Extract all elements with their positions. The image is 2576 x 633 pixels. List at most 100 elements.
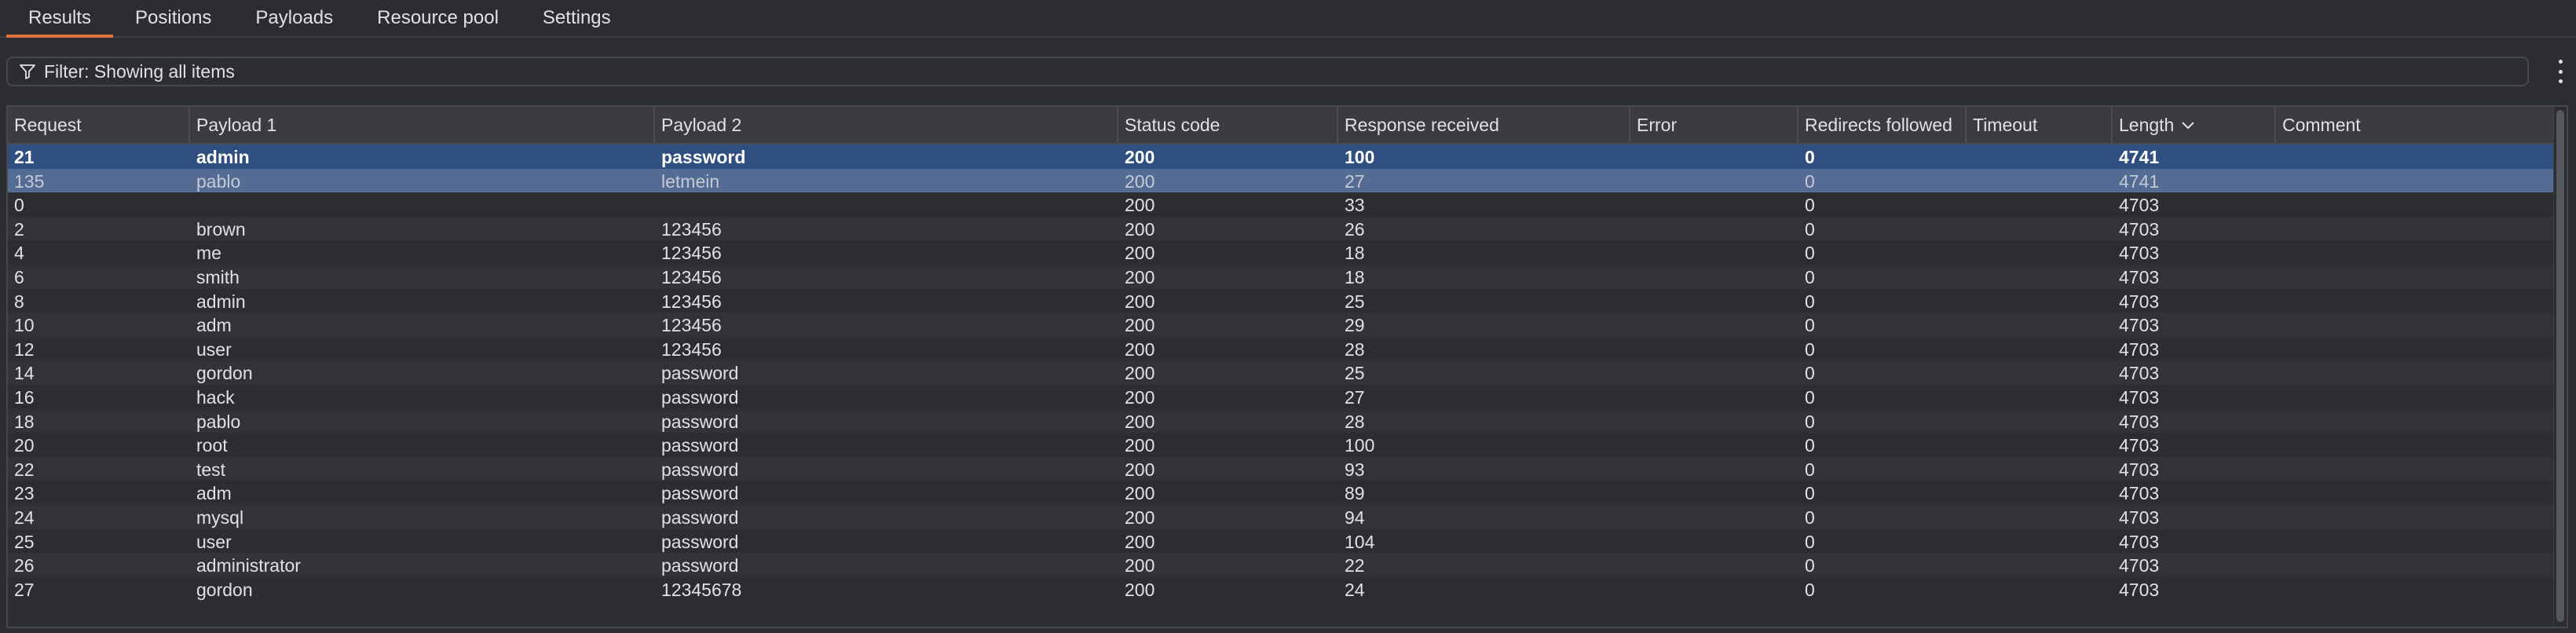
cell-length: 4703: [2119, 555, 2160, 576]
cell-error: [1630, 457, 1798, 482]
cell-response-received: 18: [1345, 243, 1365, 264]
cell-error: [1630, 289, 1798, 314]
cell-status-code: 200: [1125, 459, 1155, 480]
tab-payloads[interactable]: Payloads: [233, 0, 355, 36]
cell-timeout: [1967, 385, 2113, 410]
filter-bar[interactable]: Filter: Showing all items: [6, 57, 2529, 86]
column-header-timeout[interactable]: Timeout: [1967, 107, 2113, 143]
column-header-label: Payload 2: [661, 114, 742, 135]
cell-redirects-followed: 0: [1805, 555, 1815, 576]
table-row[interactable]: 24 mysql password 200 94 0 4703: [8, 505, 2557, 530]
cell-payload-2: 123456: [661, 218, 722, 240]
column-header-payload-1[interactable]: Payload 1: [190, 107, 655, 143]
cell-status-code: 200: [1125, 218, 1155, 240]
cell-error: [1630, 553, 1798, 578]
tab-results[interactable]: Results: [6, 0, 114, 38]
cell-redirects-followed: 0: [1805, 483, 1815, 504]
table-row[interactable]: 2 brown 123456 200 26 0 4703: [8, 216, 2557, 242]
table-row[interactable]: 18 pablo password 200 28 0 4703: [8, 408, 2557, 434]
column-header-status-code[interactable]: Status code: [1118, 107, 1338, 143]
cell-comment: [2276, 240, 2557, 265]
intruder-results-window: Results Positions Payloads Resource pool…: [0, 0, 2576, 633]
cell-redirects-followed: 0: [1805, 315, 1815, 336]
table-row[interactable]: 16 hack password 200 27 0 4703: [8, 385, 2557, 410]
table-row[interactable]: 135 pablo letmein 200 27 0 4741: [8, 168, 2557, 194]
cell-redirects-followed: 0: [1805, 267, 1815, 287]
cell-payload-1: gordon: [196, 579, 253, 600]
column-header-label: Status code: [1125, 114, 1220, 135]
cell-request: 25: [14, 531, 35, 552]
cell-length: 4703: [2119, 459, 2160, 480]
cell-payload-2: 123456: [661, 291, 722, 312]
cell-redirects-followed: 0: [1805, 387, 1815, 408]
cell-redirects-followed: 0: [1805, 411, 1815, 432]
cell-response-received: 94: [1345, 507, 1365, 528]
cell-payload-1: test: [196, 459, 226, 480]
table-row[interactable]: 8 admin 123456 200 25 0 4703: [8, 288, 2557, 314]
table-row[interactable]: 10 adm 123456 200 29 0 4703: [8, 313, 2557, 338]
column-header-comment[interactable]: Comment: [2276, 107, 2557, 143]
cell-request: 22: [14, 459, 35, 480]
table-row[interactable]: 6 smith 123456 200 18 0 4703: [8, 265, 2557, 290]
table-row[interactable]: 20 root password 200 100 0 4703: [8, 433, 2557, 459]
cell-payload-2: [655, 192, 1118, 218]
table-row[interactable]: 25 user password 200 104 0 4703: [8, 529, 2557, 554]
cell-status-code: 200: [1125, 507, 1155, 528]
table-row[interactable]: 12 user 123456 200 28 0 4703: [8, 336, 2557, 362]
cell-request: 26: [14, 555, 35, 576]
cell-response-received: 18: [1345, 267, 1365, 287]
table-row[interactable]: 4 me 123456 200 18 0 4703: [8, 240, 2557, 266]
column-header-response-received[interactable]: Response received: [1338, 107, 1630, 143]
tab-resource-pool[interactable]: Resource pool: [355, 0, 521, 36]
kebab-menu-icon[interactable]: [2554, 60, 2567, 83]
cell-length: 4703: [2119, 315, 2160, 336]
scrollbar-thumb[interactable]: [2556, 110, 2564, 622]
cell-response-received: 22: [1345, 555, 1365, 576]
cell-request: 8: [14, 291, 24, 312]
cell-status-code: 200: [1125, 531, 1155, 552]
filter-text: Filter: Showing all items: [44, 60, 235, 82]
column-header-payload-2[interactable]: Payload 2: [655, 107, 1118, 143]
cell-response-received: 28: [1345, 411, 1365, 432]
cell-payload-1: pablo: [196, 170, 241, 192]
column-header-request[interactable]: Request: [8, 107, 190, 143]
cell-response-received: 93: [1345, 459, 1365, 480]
tab-positions[interactable]: Positions: [113, 0, 233, 36]
cell-payload-1: user: [196, 531, 232, 552]
cell-payload-1: smith: [196, 267, 240, 287]
cell-request: 2: [14, 218, 24, 240]
cell-error: [1630, 145, 1798, 170]
cell-response-received: 25: [1345, 291, 1365, 312]
tab-settings[interactable]: Settings: [521, 0, 633, 36]
cell-comment: [2276, 385, 2557, 410]
cell-payload-2: password: [661, 147, 746, 167]
cell-payload-1: hack: [196, 387, 235, 408]
table-row[interactable]: 27 gordon 12345678 200 24 0 4703: [8, 576, 2557, 602]
table-row[interactable]: 0 200 33 0 4703: [8, 192, 2557, 218]
column-header-error[interactable]: Error: [1630, 107, 1798, 143]
cell-payload-1: admin: [196, 147, 250, 167]
table-row[interactable]: 21 admin password 200 100 0 4741: [8, 145, 2557, 170]
cell-timeout: [1967, 265, 2113, 290]
cell-error: [1630, 385, 1798, 410]
cell-error: [1630, 169, 1798, 194]
table-row[interactable]: 22 test password 200 93 0 4703: [8, 456, 2557, 482]
cell-payload-1: adm: [196, 315, 232, 336]
cell-payload-2: 123456: [661, 243, 722, 264]
cell-status-code: 200: [1125, 315, 1155, 336]
table-row[interactable]: 14 gordon password 200 25 0 4703: [8, 360, 2557, 386]
cell-response-received: 28: [1345, 338, 1365, 360]
cell-comment: [2276, 553, 2557, 578]
column-header-length[interactable]: Length: [2113, 107, 2276, 143]
cell-request: 135: [14, 170, 45, 192]
table-row[interactable]: 26 administrator password 200 22 0 4703: [8, 553, 2557, 579]
tab-label: Settings: [542, 7, 611, 28]
column-header-redirects-followed[interactable]: Redirects followed: [1798, 107, 1967, 143]
cell-length: 4703: [2119, 363, 2160, 384]
cell-timeout: [1967, 145, 2113, 170]
cell-status-code: 200: [1125, 435, 1155, 456]
cell-response-received: 33: [1345, 195, 1365, 216]
table-row[interactable]: 23 adm password 200 89 0 4703: [8, 481, 2557, 507]
cell-redirects-followed: 0: [1805, 147, 1815, 167]
vertical-scrollbar[interactable]: [2553, 107, 2567, 627]
